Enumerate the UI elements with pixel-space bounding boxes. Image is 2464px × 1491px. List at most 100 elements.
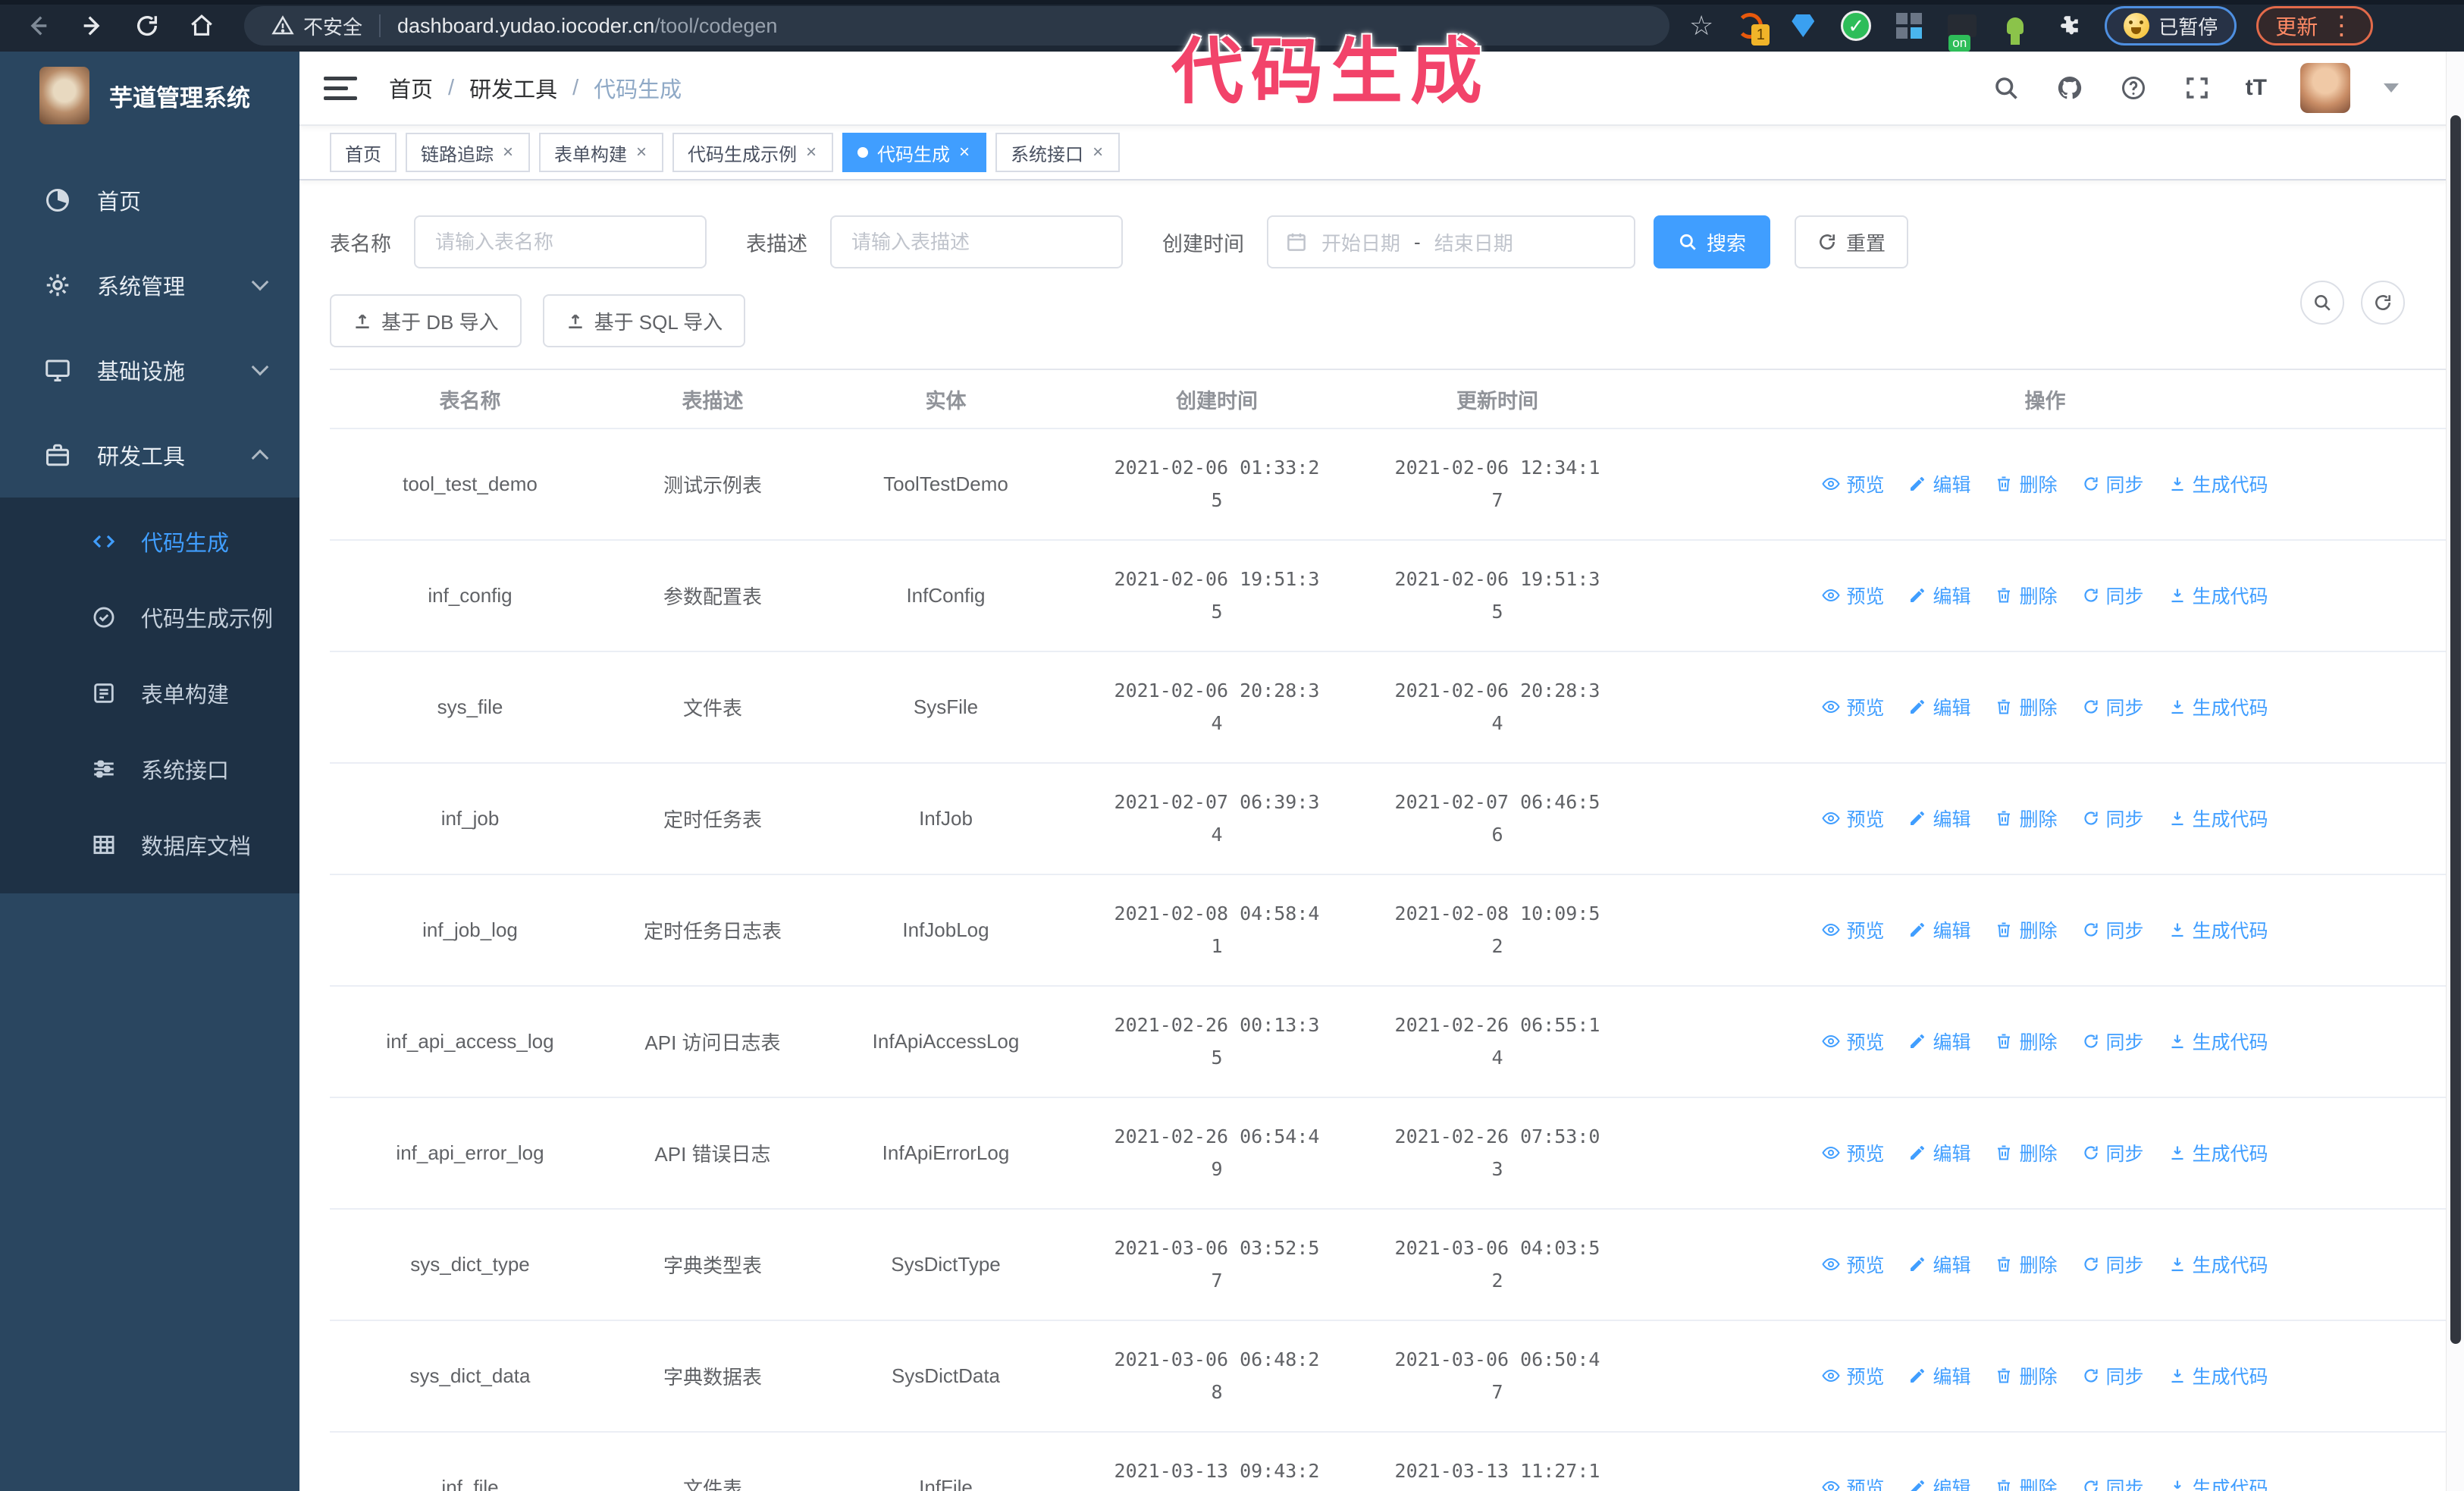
edit-action[interactable]: 编辑 — [1908, 916, 1970, 943]
delete-action[interactable]: 删除 — [1995, 693, 2058, 720]
delete-action[interactable]: 删除 — [1995, 1139, 2058, 1166]
generate-code-action[interactable]: 生成代码 — [2168, 470, 2268, 498]
date-range-picker[interactable]: 开始日期 - 结束日期 — [1267, 215, 1635, 268]
edit-action[interactable]: 编辑 — [1908, 1251, 1970, 1278]
sidebar-item-infrastructure[interactable]: 基础设施 — [0, 328, 299, 413]
edit-action[interactable]: 编辑 — [1908, 1139, 1970, 1166]
tab-tracing[interactable]: 链路追踪 × — [406, 133, 531, 172]
browser-home-button[interactable] — [185, 9, 218, 42]
preview-action[interactable]: 预览 — [1822, 1139, 1884, 1166]
delete-action[interactable]: 删除 — [1995, 1251, 2058, 1278]
sidebar-item-dev-tools[interactable]: 研发工具 — [0, 413, 299, 498]
generate-code-action[interactable]: 生成代码 — [2168, 693, 2268, 720]
sidebar-item-database-docs[interactable]: 数据库文档 — [0, 807, 299, 883]
extension-grid-icon[interactable] — [1892, 9, 1926, 42]
vertical-scrollbar-thumb[interactable] — [2450, 115, 2461, 1344]
extension-check-icon[interactable]: ✓ — [1839, 9, 1873, 42]
extensions-puzzle-icon[interactable] — [2052, 9, 2085, 42]
edit-action[interactable]: 编辑 — [1908, 805, 1970, 832]
close-icon[interactable]: × — [635, 143, 648, 162]
sidebar-item-form-builder[interactable]: 表单构建 — [0, 655, 299, 731]
preview-action[interactable]: 预览 — [1822, 916, 1884, 943]
delete-action[interactable]: 删除 — [1995, 1362, 2058, 1389]
db-import-button[interactable]: 基于 DB 导入 — [330, 294, 522, 347]
preview-action[interactable]: 预览 — [1822, 582, 1884, 609]
delete-action[interactable]: 删除 — [1995, 805, 2058, 832]
edit-action[interactable]: 编辑 — [1908, 1362, 1970, 1389]
preview-action[interactable]: 预览 — [1822, 1028, 1884, 1055]
end-date-placeholder[interactable]: 结束日期 — [1434, 228, 1513, 256]
sync-action[interactable]: 同步 — [2082, 1139, 2144, 1166]
extension-refresh-icon[interactable]: 1 — [1733, 9, 1770, 46]
tab-codegen-example[interactable]: 代码生成示例 × — [672, 133, 834, 172]
close-icon[interactable]: × — [958, 143, 971, 162]
close-icon[interactable]: × — [501, 143, 515, 162]
hamburger-icon[interactable] — [324, 73, 357, 103]
delete-action[interactable]: 删除 — [1995, 916, 2058, 943]
more-options-dots-icon[interactable]: ⋮ — [2328, 12, 2354, 39]
fullscreen-icon[interactable] — [2182, 73, 2212, 103]
browser-update-button[interactable]: 更新 ⋮ — [2256, 6, 2374, 46]
close-icon[interactable]: × — [804, 143, 818, 162]
table-desc-input[interactable] — [851, 230, 1102, 254]
edit-action[interactable]: 编辑 — [1908, 470, 1970, 498]
edit-action[interactable]: 编辑 — [1908, 1474, 1970, 1491]
generate-code-action[interactable]: 生成代码 — [2168, 1251, 2268, 1278]
github-icon[interactable] — [2055, 73, 2085, 103]
tab-form-builder[interactable]: 表单构建 × — [539, 133, 664, 172]
avatar[interactable] — [2300, 63, 2350, 113]
close-icon[interactable]: × — [1091, 143, 1105, 162]
refresh-table-button[interactable] — [2361, 281, 2405, 325]
generate-code-action[interactable]: 生成代码 — [2168, 1474, 2268, 1491]
sql-import-button[interactable]: 基于 SQL 导入 — [542, 294, 746, 347]
sync-action[interactable]: 同步 — [2082, 582, 2144, 609]
extension-figure-icon[interactable] — [1998, 9, 2032, 45]
reset-button[interactable]: 重置 — [1795, 215, 1909, 268]
delete-action[interactable]: 删除 — [1995, 582, 2058, 609]
generate-code-action[interactable]: 生成代码 — [2168, 916, 2268, 943]
tab-home[interactable]: 首页 — [330, 133, 397, 172]
preview-action[interactable]: 预览 — [1822, 805, 1884, 832]
breadcrumb-section[interactable]: 研发工具 — [469, 72, 557, 104]
edit-action[interactable]: 编辑 — [1908, 693, 1970, 720]
generate-code-action[interactable]: 生成代码 — [2168, 582, 2268, 609]
preview-action[interactable]: 预览 — [1822, 1251, 1884, 1278]
sidebar-item-system-management[interactable]: 系统管理 — [0, 243, 299, 328]
sync-action[interactable]: 同步 — [2082, 1251, 2144, 1278]
toggle-search-button[interactable] — [2300, 281, 2344, 325]
generate-code-action[interactable]: 生成代码 — [2168, 1028, 2268, 1055]
browser-reload-button[interactable] — [130, 9, 164, 42]
header-search-icon[interactable] — [1991, 73, 2021, 103]
delete-action[interactable]: 删除 — [1995, 1474, 2058, 1491]
sync-action[interactable]: 同步 — [2082, 1474, 2144, 1491]
breadcrumb-home[interactable]: 首页 — [389, 72, 433, 104]
preview-action[interactable]: 预览 — [1822, 1474, 1884, 1491]
browser-back-button[interactable] — [21, 9, 55, 42]
tab-codegen[interactable]: 代码生成 × — [842, 133, 987, 172]
preview-action[interactable]: 预览 — [1822, 470, 1884, 498]
edit-action[interactable]: 编辑 — [1908, 1028, 1970, 1055]
search-button[interactable]: 搜索 — [1654, 215, 1771, 268]
browser-forward-button[interactable] — [76, 9, 109, 42]
delete-action[interactable]: 删除 — [1995, 1028, 2058, 1055]
sidebar-item-system-api[interactable]: 系统接口 — [0, 731, 299, 807]
sync-action[interactable]: 同步 — [2082, 805, 2144, 832]
delete-action[interactable]: 删除 — [1995, 470, 2058, 498]
sidebar-item-home[interactable]: 首页 — [0, 158, 299, 243]
tab-system-api[interactable]: 系统接口 × — [995, 133, 1121, 172]
preview-action[interactable]: 预览 — [1822, 1362, 1884, 1389]
help-icon[interactable] — [2118, 73, 2149, 103]
sync-action[interactable]: 同步 — [2082, 916, 2144, 943]
sidebar-item-codegen-example[interactable]: 代码生成示例 — [0, 579, 299, 655]
font-size-icon[interactable]: tT — [2246, 75, 2267, 101]
bookmark-star-icon[interactable]: ☆ — [1689, 12, 1713, 39]
extension-gem-icon[interactable] — [1786, 9, 1820, 42]
extension-on-icon[interactable]: on — [1945, 9, 1979, 52]
generate-code-action[interactable]: 生成代码 — [2168, 805, 2268, 832]
sync-action[interactable]: 同步 — [2082, 470, 2144, 498]
table-name-input[interactable] — [435, 230, 685, 254]
generate-code-action[interactable]: 生成代码 — [2168, 1362, 2268, 1389]
sync-action[interactable]: 同步 — [2082, 1362, 2144, 1389]
sidebar-item-codegen[interactable]: 代码生成 — [0, 504, 299, 579]
avatar-caret-down-icon[interactable] — [2384, 83, 2399, 93]
